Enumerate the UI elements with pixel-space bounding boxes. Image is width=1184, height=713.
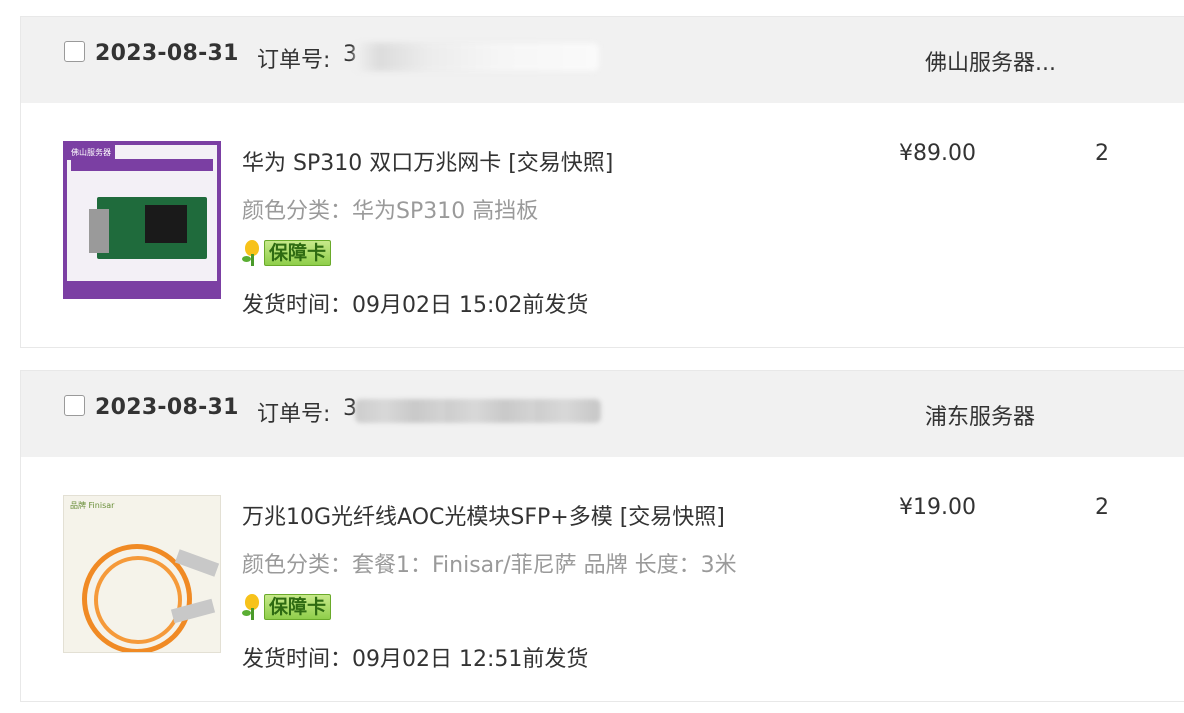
order-select-checkbox[interactable] <box>64 41 85 62</box>
guarantee-badge[interactable]: 保障卡 <box>242 593 332 621</box>
shop-name-link[interactable]: 佛山服务器... <box>925 45 1056 77</box>
ship-time: 发货时间：09月02日 15:02前发货 <box>242 293 589 318</box>
guarantee-badge-label: 保障卡 <box>264 240 332 266</box>
shop-tag-label: 佛山服务器 <box>67 145 115 160</box>
order-header: 2023-08-31 订单号: 3 佛山服务器... <box>21 17 1184 103</box>
aoc-cable-product-image[interactable]: 品牌 Finisar <box>63 495 221 653</box>
item-quantity: 2 <box>1095 141 1109 166</box>
product-title-link[interactable]: 万兆10G光纤线AOC光模块SFP+多模 [交易快照] <box>242 499 725 531</box>
order-select-checkbox[interactable] <box>64 395 85 416</box>
order-date: 2023-08-31 <box>95 41 239 66</box>
product-spec: 颜色分类：套餐1：Finisar/菲尼萨 品牌 长度：3米 <box>242 553 737 578</box>
order-date: 2023-08-31 <box>95 395 239 420</box>
flower-icon <box>242 594 262 620</box>
guarantee-badge[interactable]: 保障卡 <box>242 239 332 267</box>
guarantee-badge-label: 保障卡 <box>264 594 332 620</box>
brand-tag-label: 品牌 Finisar <box>70 501 115 510</box>
item-price: ¥89.00 <box>899 141 976 166</box>
order-number-redaction <box>355 43 599 71</box>
ship-time: 发货时间：09月02日 12:51前发货 <box>242 647 589 672</box>
order-number-redaction <box>355 399 601 423</box>
order-card: 2023-08-31 订单号: 3 佛山服务器... 佛山服务器 华为 SP31… <box>20 16 1184 348</box>
order-header: 2023-08-31 订单号: 3 浦东服务器 <box>21 371 1184 457</box>
shop-name-link[interactable]: 浦东服务器 <box>925 399 1035 431</box>
flower-icon <box>242 240 262 266</box>
order-card: 2023-08-31 订单号: 3 浦东服务器 品牌 Finisar 万兆10G… <box>20 370 1184 702</box>
product-spec: 颜色分类：华为SP310 高挡板 <box>242 199 539 224</box>
product-title-link[interactable]: 华为 SP310 双口万兆网卡 [交易快照] <box>242 145 613 177</box>
item-price: ¥19.00 <box>899 495 976 520</box>
order-number-label: 订单号: <box>257 402 331 427</box>
order-number-label: 订单号: <box>257 48 331 73</box>
item-quantity: 2 <box>1095 495 1109 520</box>
network-card-product-image[interactable]: 佛山服务器 <box>63 141 221 299</box>
